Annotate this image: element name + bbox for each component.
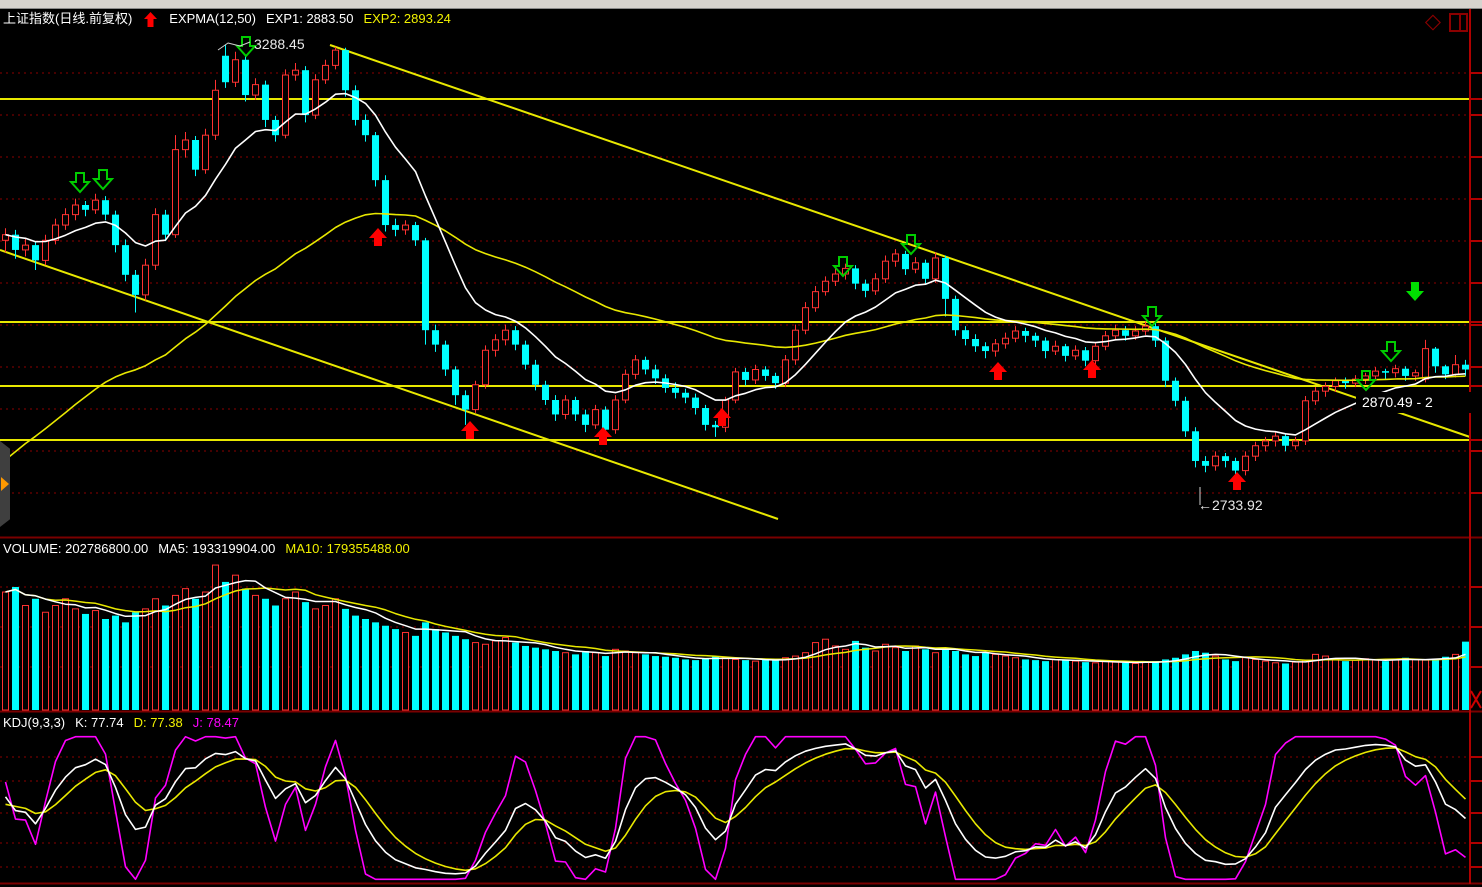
diamond-tool-icon[interactable]: ◇ — [1422, 10, 1444, 34]
symbol-title: 上证指数(日线.前复权) — [3, 11, 132, 27]
price-range-tooltip: 2870.49 - 2 — [1356, 392, 1482, 413]
expand-arrow-icon — [1, 477, 9, 491]
chart-canvas[interactable] — [0, 0, 1482, 887]
kdj-k-label: K: 77.74 — [75, 715, 123, 731]
main-pane-header: 上证指数(日线.前复权) EXPMA(12,50) EXP1: 2883.50 … — [3, 11, 451, 27]
split-window-icon[interactable] — [1449, 13, 1468, 32]
split-window-icon-divider — [1459, 15, 1461, 30]
high-price-annotation: 3288.45 — [254, 36, 305, 52]
low-price-annotation: ←2733.92 — [1198, 497, 1263, 513]
close-indicator-icon[interactable] — [1468, 688, 1482, 710]
volume-ma10-label: MA10: 179355488.00 — [285, 541, 409, 557]
title-bar[interactable] — [0, 0, 1482, 9]
indicator-name-label: EXPMA(12,50) — [169, 11, 256, 27]
kdj-j-label: J: 78.47 — [193, 715, 239, 731]
volume-pane-header: VOLUME: 202786800.00 MA5: 193319904.00 M… — [3, 541, 410, 557]
stock-chart-app: 上证指数(日线.前复权) EXPMA(12,50) EXP1: 2883.50 … — [0, 0, 1482, 887]
sidebar-expand-tab[interactable] — [0, 441, 10, 527]
kdj-d-label: D: 77.38 — [134, 715, 183, 731]
exp1-value-label: EXP1: 2883.50 — [266, 11, 353, 27]
exp2-value-label: EXP2: 2893.24 — [363, 11, 450, 27]
kdj-name-label: KDJ(9,3,3) — [3, 715, 65, 731]
up-arrow-icon — [144, 11, 157, 27]
volume-ma5-label: MA5: 193319904.00 — [158, 541, 275, 557]
volume-value-label: VOLUME: 202786800.00 — [3, 541, 148, 557]
kdj-pane-header: KDJ(9,3,3) K: 77.74 D: 77.38 J: 78.47 — [3, 715, 239, 731]
